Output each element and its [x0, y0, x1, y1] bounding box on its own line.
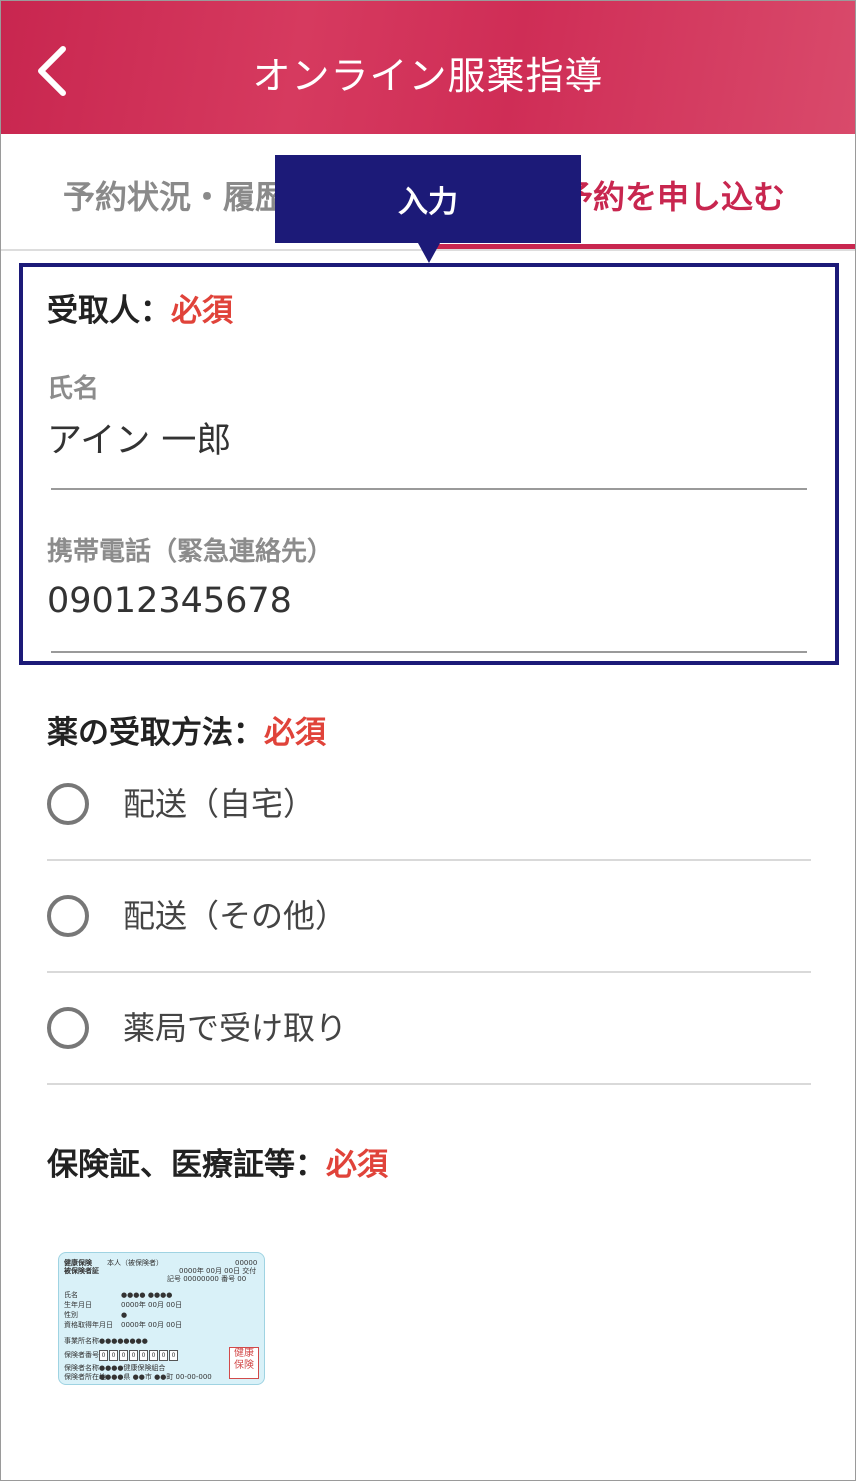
card-name-value: ●●●● ●●●●: [121, 1291, 173, 1299]
radio-label: 配送（自宅）: [123, 785, 316, 823]
card-qualify-label: 資格取得年月日: [64, 1321, 113, 1329]
card-symbol: 記号 00000000 番号 00: [167, 1275, 247, 1283]
radio-label: 薬局で受け取り: [123, 1009, 348, 1047]
required-badge: 必須: [264, 715, 326, 751]
recipient-heading: 受取人：必須: [47, 285, 233, 330]
tab-apply-reservation[interactable]: 予約を申し込む: [561, 172, 785, 218]
radio-button[interactable]: [47, 783, 89, 825]
digit-box: 0: [139, 1350, 148, 1361]
phone-field-underline: [51, 651, 807, 653]
card-insurer-name-value: ●●●●健康保険組合: [99, 1364, 166, 1372]
phone-field-label: 携帯電話（緊急連絡先）: [47, 537, 334, 567]
card-insurer-addr-value: ●●●●県 ●●市 ●●町 00-00-000: [99, 1373, 212, 1381]
recipient-heading-text: 受取人：: [47, 293, 171, 329]
digit-box: 0: [149, 1350, 158, 1361]
card-holder-type: 本人（被保険者）: [107, 1259, 163, 1267]
card-employer-label: 事業所名称: [64, 1337, 99, 1345]
card-title: 健康保険: [64, 1259, 92, 1267]
card-employer-value: ●●●●●●●●: [99, 1337, 148, 1345]
name-field-underline: [51, 488, 807, 490]
radio-option-home-delivery[interactable]: 配送（自宅）: [47, 747, 811, 861]
card-stamp: 健康保険: [229, 1347, 259, 1379]
digit-box: 0: [109, 1350, 118, 1361]
required-badge: 必須: [326, 1147, 388, 1183]
radio-option-other-delivery[interactable]: 配送（その他）: [47, 859, 811, 973]
page-title: オンライン服薬指導: [252, 54, 604, 98]
name-field-label: 氏名: [47, 374, 100, 404]
insurance-heading: 保険証、医療証等：必須: [47, 1139, 388, 1184]
digit-box: 0: [159, 1350, 168, 1361]
card-birth-label: 生年月日: [64, 1301, 92, 1309]
digit-box: 0: [99, 1350, 108, 1361]
callout-pointer: [418, 243, 440, 263]
radio-label: 配送（その他）: [123, 897, 348, 935]
digit-box: 0: [129, 1350, 138, 1361]
card-name-label: 氏名: [64, 1291, 78, 1299]
card-insurer-no-boxes: 0 0 0 0 0 0 0 0: [99, 1350, 179, 1361]
radio-option-pharmacy-pickup[interactable]: 薬局で受け取り: [47, 971, 811, 1085]
card-sex-label: 性別: [64, 1311, 78, 1319]
card-insurer-no-label: 保険者番号: [64, 1351, 99, 1359]
digit-box: 0: [169, 1350, 178, 1361]
phone-field[interactable]: [47, 581, 807, 621]
active-tab-indicator: [431, 244, 855, 249]
insurance-heading-text: 保険証、医療証等：: [47, 1147, 326, 1183]
digit-box: 0: [119, 1350, 128, 1361]
delivery-method-heading-text: 薬の受取方法：: [47, 715, 264, 751]
card-sex-value: ●: [121, 1311, 128, 1319]
app-frame: オンライン服薬指導 予約状況・履歴 予約を申し込む 入力 受取人：必須 氏名 携…: [0, 0, 856, 1481]
insurance-card-image[interactable]: 健康保険 被保険者証 本人（被保険者） 00000 0000年 00月 00日 …: [58, 1252, 265, 1385]
app-header: オンライン服薬指導: [1, 1, 855, 134]
radio-button[interactable]: [47, 1007, 89, 1049]
card-number: 00000: [235, 1259, 258, 1267]
required-badge: 必須: [171, 293, 233, 329]
card-issue-date: 0000年 00月 00日 交付: [179, 1267, 257, 1275]
card-insurer-name-label: 保険者名称: [64, 1364, 99, 1372]
card-subtitle: 被保険者証: [64, 1267, 99, 1275]
card-birth-value: 0000年 00月 00日: [121, 1301, 183, 1309]
tab-reservation-history[interactable]: 予約状況・履歴: [63, 172, 287, 218]
name-field[interactable]: [47, 417, 807, 457]
input-callout: 入力: [275, 155, 581, 243]
radio-button[interactable]: [47, 895, 89, 937]
delivery-method-heading: 薬の受取方法：必須: [47, 707, 326, 752]
card-qualify-value: 0000年 00月 00日: [121, 1321, 183, 1329]
